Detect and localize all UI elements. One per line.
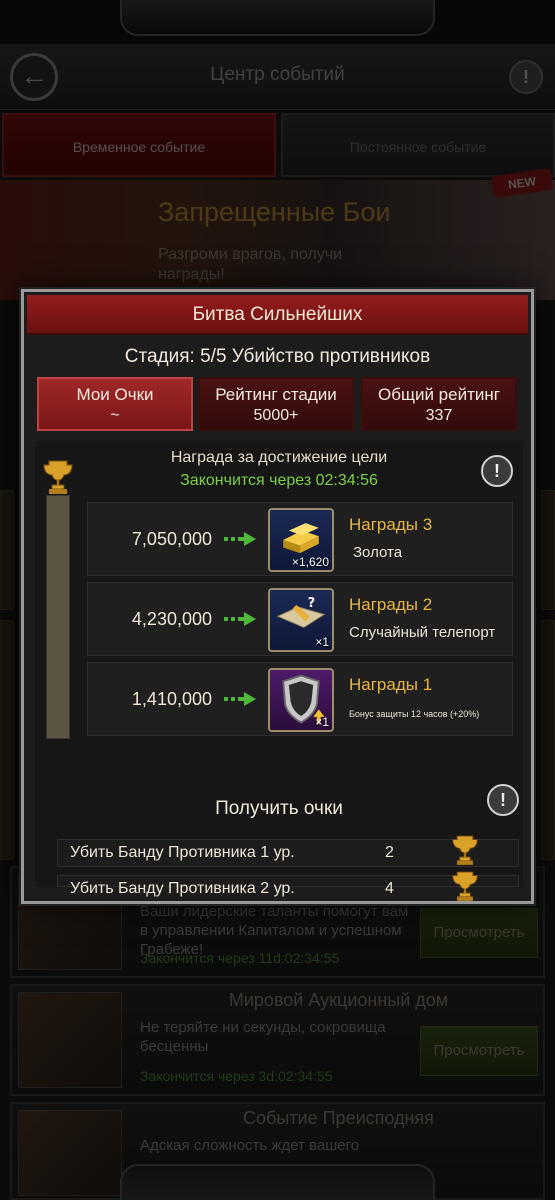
reward-timer: Закончится через 02:34:56 — [180, 472, 378, 489]
reward-points: 1,410,000 — [131, 689, 212, 709]
reward-row: 7,050,000 ×1,620 Награды 3 Золота — [87, 502, 513, 576]
task-points: 4 — [385, 880, 394, 897]
progress-bar — [46, 495, 70, 739]
gold-bars-icon[interactable]: ×1,620 — [268, 508, 334, 572]
reward-row: 4,230,000 ? ×1 Награды 2 Случайный телеп… — [87, 582, 513, 656]
score-value: 5000+ — [253, 407, 299, 424]
svg-text:?: ? — [308, 596, 316, 611]
reward-name: Награды 2 — [349, 595, 433, 614]
reward-name: Награды 3 — [349, 515, 433, 534]
arrow-right-icon — [224, 532, 256, 546]
trophy-icon — [43, 460, 73, 494]
reward-quantity: ×1,620 — [291, 555, 329, 569]
reward-description: Бонус защиты 12 часов (+20%) — [349, 709, 480, 719]
tab-my-points[interactable]: Мои Очки ~ — [37, 377, 193, 431]
modal-title: Битва Сильнейших — [192, 304, 363, 325]
tab-overall-rating[interactable]: Общий рейтинг 337 — [361, 377, 517, 431]
task-label: Убить Банду Противника 2 ур. — [70, 880, 295, 897]
reward-quantity: ×1 — [315, 715, 329, 729]
random-teleport-icon[interactable]: ? ×1 — [268, 588, 334, 652]
get-points-title: Получить очки — [215, 798, 343, 819]
reward-header: Награда за достижение цели — [170, 449, 388, 466]
reward-name: Награды 1 — [349, 675, 433, 694]
tab-stage-rating[interactable]: Рейтинг стадии 5000+ — [198, 377, 354, 431]
reward-description: Случайный телепорт — [349, 624, 496, 641]
reward-points: 4,230,000 — [131, 609, 212, 629]
task-points: 2 — [385, 844, 394, 861]
score-label: Рейтинг стадии — [215, 385, 337, 404]
score-label: Общий рейтинг — [378, 385, 500, 404]
reward-info-icon[interactable]: ! — [481, 455, 513, 487]
reward-section: Награда за достижение цели Закончится че… — [35, 441, 523, 901]
arrow-right-icon — [224, 692, 256, 706]
task-row: Убить Банду Противника 1 ур. 2 — [57, 835, 519, 867]
reward-description: Золота — [353, 544, 403, 561]
score-value: ~ — [110, 407, 120, 424]
event-modal: Битва Сильнейших Стадия: 5/5 Убийство пр… — [21, 289, 534, 904]
task-label: Убить Банду Противника 1 ур. — [70, 844, 295, 861]
reward-points: 7,050,000 — [131, 529, 212, 549]
reward-quantity: ×1 — [315, 635, 329, 649]
modal-header: Битва Сильнейших — [27, 295, 528, 335]
score-label: Мои Очки — [76, 385, 154, 404]
trophy-icon — [452, 871, 478, 901]
score-value: 337 — [425, 407, 453, 424]
defense-shield-icon[interactable]: ×1 — [268, 668, 334, 732]
task-row: Убить Банду Противника 2 ур. 4 — [57, 871, 519, 901]
stage-label: Стадия: 5/5 Убийство противников — [124, 346, 431, 367]
arrow-right-icon — [224, 612, 256, 626]
get-points-info-icon[interactable]: ! — [487, 784, 519, 816]
reward-row: 1,410,000 ×1 Награды 1 Бонус защиты 12 ч… — [87, 662, 513, 736]
trophy-icon — [452, 835, 478, 865]
